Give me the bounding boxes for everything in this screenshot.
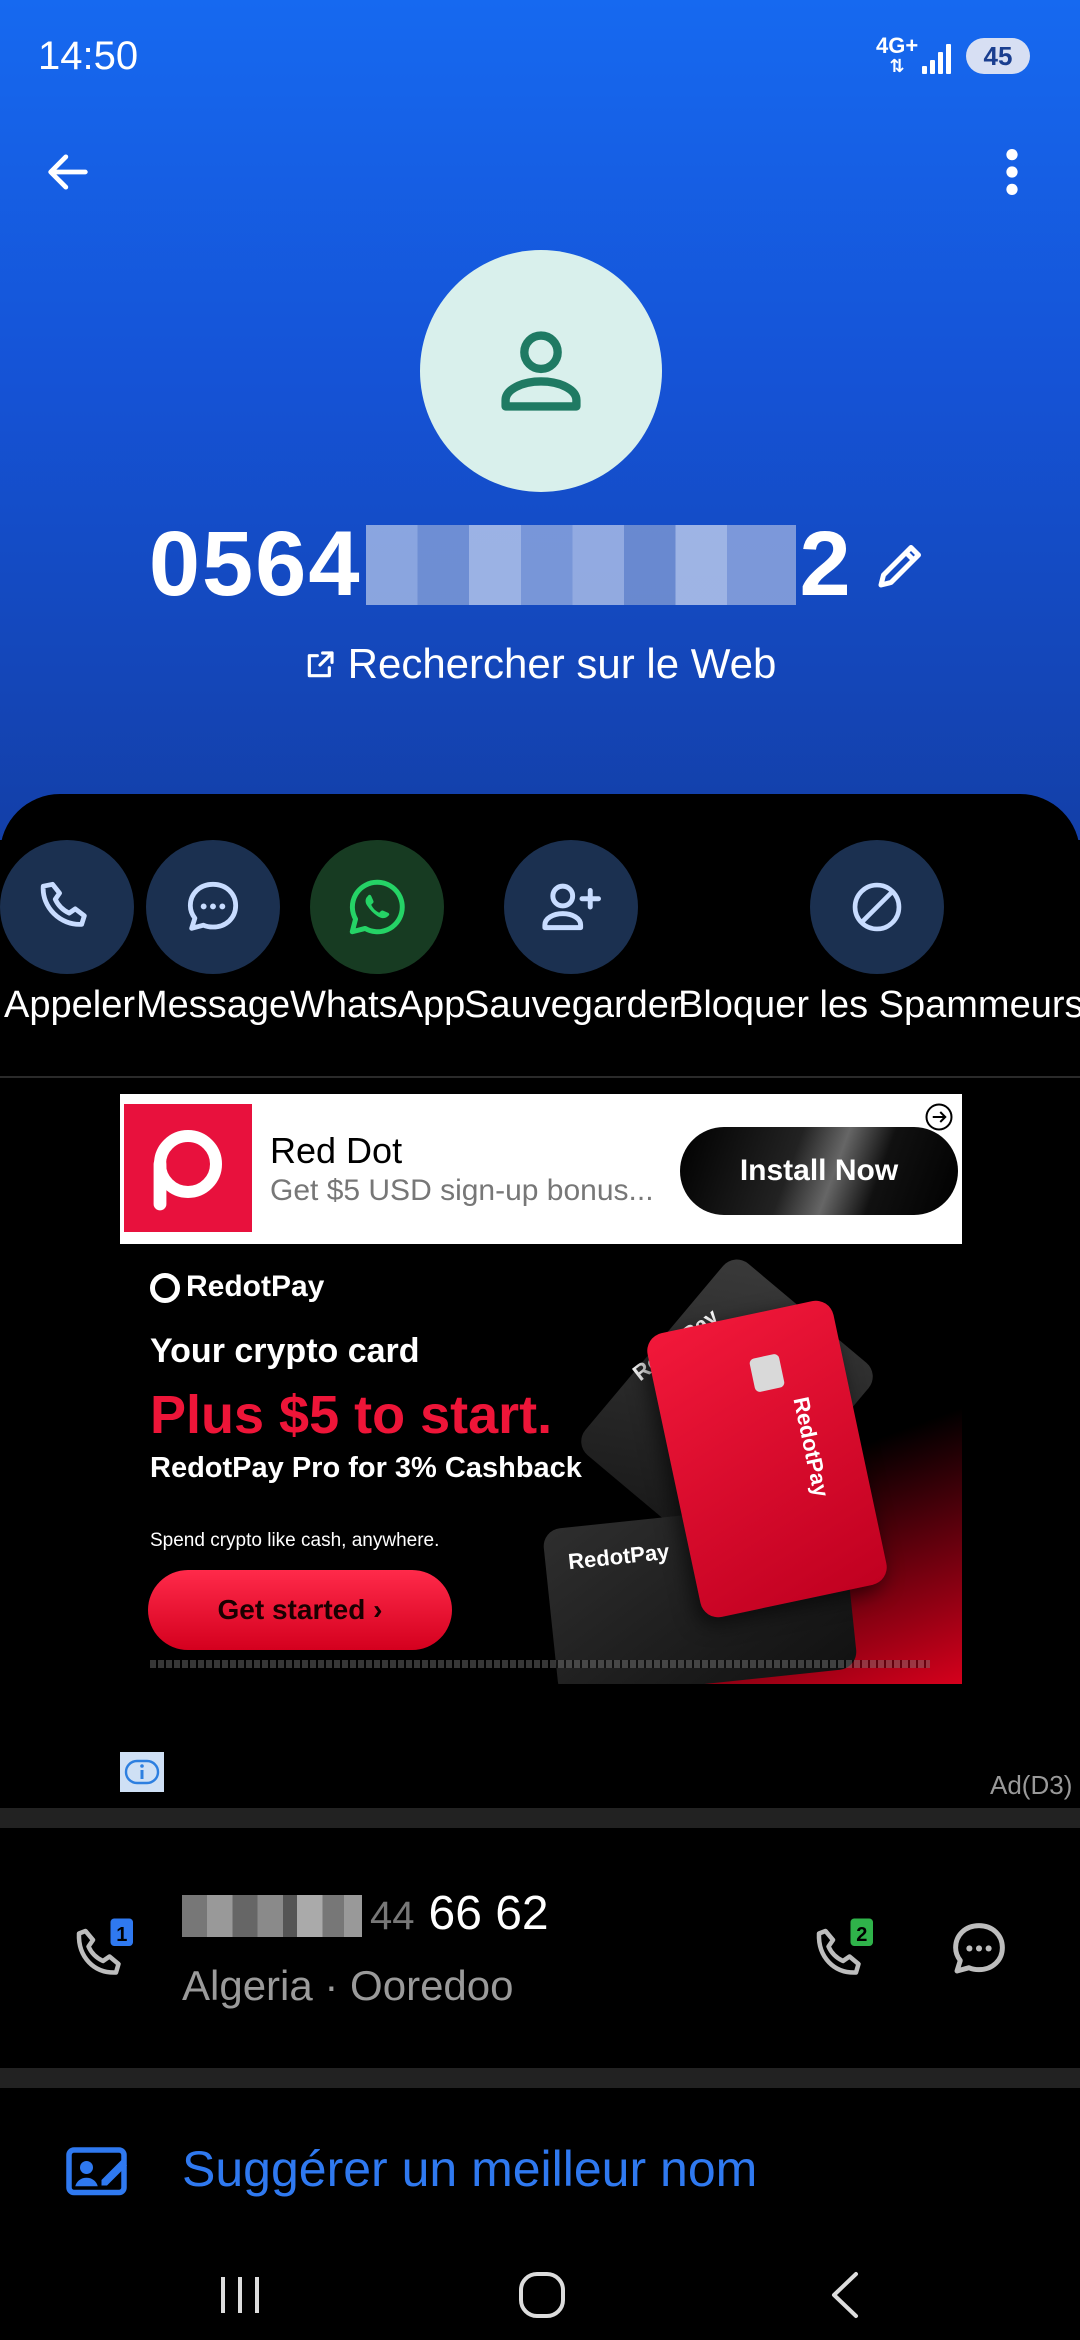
call-button[interactable] bbox=[0, 840, 134, 974]
phone-icon bbox=[40, 881, 87, 927]
suggest-name-icon[interactable] bbox=[64, 2140, 134, 2200]
status-bar: 14:50 4G+ ⇅ 45 bbox=[0, 0, 1080, 110]
call-sim2-button[interactable]: 2 bbox=[808, 1916, 878, 1986]
call-sim1-button[interactable]: 1 bbox=[68, 1916, 138, 1986]
back-nav-button[interactable] bbox=[796, 2258, 896, 2332]
more-vert-icon bbox=[1006, 149, 1018, 195]
ad-headline-3: RedotPay Pro for 3% Cashback bbox=[150, 1452, 582, 1484]
message-label: Message bbox=[136, 984, 291, 1026]
save-contact-button[interactable] bbox=[504, 840, 638, 974]
redacted-digits bbox=[365, 524, 796, 605]
avatar bbox=[420, 250, 662, 492]
phone-sim2-icon: 2 bbox=[816, 1918, 873, 1975]
system-nav-bar bbox=[0, 2250, 1080, 2340]
add-person-icon bbox=[542, 883, 601, 931]
block-spammers-label: Bloquer les Spammeurs bbox=[678, 984, 1080, 1026]
pencil-icon bbox=[878, 544, 922, 587]
edit-contact-card-icon bbox=[66, 2147, 127, 2196]
get-started-button[interactable]: Get started › bbox=[148, 1570, 452, 1650]
install-now-button[interactable]: Install Now bbox=[680, 1127, 958, 1215]
suggest-name-link[interactable]: Suggérer un meilleur nom bbox=[182, 2140, 757, 2198]
whatsapp-label: WhatsApp bbox=[290, 984, 466, 1026]
data-arrows-icon: ⇅ bbox=[889, 56, 905, 76]
clock: 14:50 bbox=[38, 34, 139, 78]
recent-apps-icon bbox=[221, 2277, 259, 2313]
ad-choices-icon[interactable] bbox=[924, 1102, 954, 1132]
phone-number-row: 0564 2 bbox=[0, 512, 1080, 622]
block-spammers-button[interactable] bbox=[810, 840, 944, 974]
chevron-left-icon bbox=[832, 2272, 858, 2318]
message-button[interactable] bbox=[146, 840, 280, 974]
section-separator bbox=[0, 1808, 1080, 1828]
chat-bubble-icon bbox=[953, 1923, 1005, 1974]
web-search-link[interactable]: Rechercher sur le Web bbox=[0, 640, 1080, 691]
home-icon bbox=[519, 2272, 565, 2318]
contact-number-visible: 66 62 bbox=[428, 1887, 549, 1940]
ad-label: Ad(D3) bbox=[990, 1770, 1073, 1800]
contact-header: 14:50 4G+ ⇅ 45 0564 2 Rechercher sur le … bbox=[0, 0, 1080, 840]
call-label: Appeler bbox=[4, 984, 135, 1026]
carrier-label: Algeria · Ooredoo bbox=[182, 1962, 514, 2009]
contact-number-mid: 44 bbox=[370, 1894, 415, 1938]
arrow-left-icon bbox=[48, 154, 88, 190]
section-separator bbox=[0, 2068, 1080, 2088]
ad-title: Red Dot bbox=[270, 1130, 403, 1171]
home-button[interactable] bbox=[492, 2258, 592, 2332]
network-indicator: 4G+ ⇅ bbox=[876, 33, 919, 77]
sim2-badge: 2 bbox=[856, 1924, 867, 1946]
signal-icon bbox=[920, 40, 956, 74]
edit-name-button[interactable] bbox=[871, 535, 931, 595]
redotpay-logo: RedotPay bbox=[150, 1270, 324, 1304]
ad-info-button[interactable] bbox=[120, 1752, 164, 1792]
open-external-icon bbox=[304, 643, 336, 691]
sim1-badge: 1 bbox=[116, 1924, 127, 1946]
whatsapp-button[interactable] bbox=[310, 840, 444, 974]
ad-headline-2: Plus $5 to start. bbox=[150, 1385, 553, 1445]
redacted-digits bbox=[182, 1895, 362, 1938]
whatsapp-icon bbox=[349, 879, 405, 935]
contact-message-button[interactable] bbox=[946, 1916, 1016, 1986]
contact-number[interactable]: 44 66 62 bbox=[182, 1886, 549, 1941]
web-search-label: Rechercher sur le Web bbox=[347, 640, 777, 687]
block-icon bbox=[852, 882, 902, 932]
save-contact-label: Sauvegarder bbox=[464, 984, 682, 1026]
phone-number-prefix: 0564 bbox=[148, 513, 362, 615]
phone-number-suffix: 2 bbox=[799, 513, 853, 615]
ad-subtitle: Get $5 USD sign-up bonus... bbox=[270, 1174, 654, 1207]
ad-tagline: Spend crypto like cash, anywhere. bbox=[150, 1530, 440, 1551]
battery-indicator: 45 bbox=[966, 38, 1030, 74]
person-icon bbox=[501, 331, 581, 411]
back-button[interactable] bbox=[30, 134, 106, 210]
redotpay-logo-text: RedotPay bbox=[186, 1270, 325, 1303]
ad-headline-1: Your crypto card bbox=[150, 1332, 420, 1370]
action-panel: Appeler Message WhatsApp Sauvegarder Blo… bbox=[0, 794, 1080, 1076]
legal-fine-print bbox=[150, 1660, 930, 1668]
network-type: 4G+ bbox=[876, 33, 919, 58]
info-icon bbox=[124, 1759, 160, 1785]
recent-apps-button[interactable] bbox=[190, 2258, 290, 2332]
red-dot-logo bbox=[124, 1104, 252, 1232]
ad-banner[interactable]: Red Dot Get $5 USD sign-up bonus... Inst… bbox=[120, 1094, 962, 1244]
divider bbox=[0, 1076, 1080, 1078]
chat-bubble-icon bbox=[187, 881, 239, 931]
ad-creative[interactable]: RedotPay RedotPay RedotPay RedotPay Your… bbox=[120, 1244, 962, 1684]
phone-sim1-icon: 1 bbox=[76, 1918, 133, 1975]
more-options-button[interactable] bbox=[990, 134, 1034, 210]
